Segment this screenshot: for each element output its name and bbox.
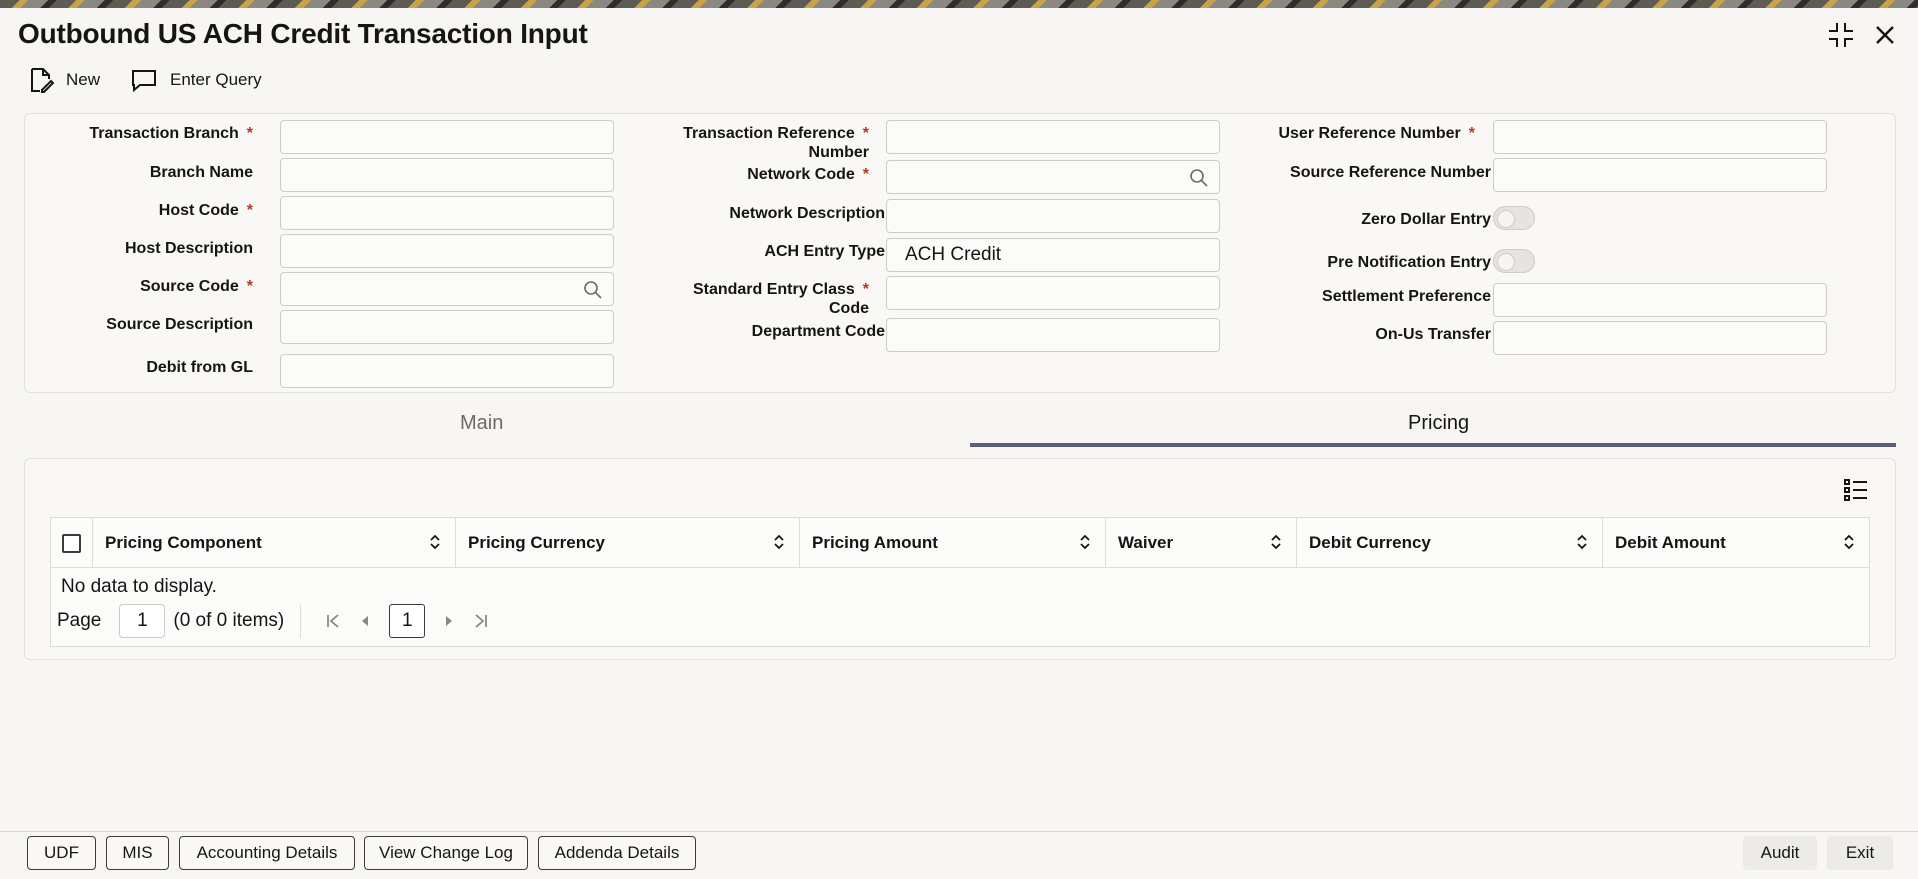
source-reference-input[interactable] (1493, 158, 1827, 192)
department-code-label: Department Code (751, 323, 885, 340)
page-label: Page (57, 610, 102, 631)
transaction-branch-input[interactable] (280, 120, 614, 154)
pricing-panel: Pricing Component Pricing Currency Prici… (24, 458, 1896, 660)
column-header-pricing-amount[interactable]: Pricing Amount (800, 518, 1106, 568)
active-tab-indicator (970, 443, 1896, 447)
tab-main[interactable]: Main (460, 412, 503, 435)
ach-entry-type-input[interactable]: ACH Credit (886, 238, 1220, 272)
addenda-details-button[interactable]: Addenda Details (538, 836, 696, 870)
column-header-debit-amount[interactable]: Debit Amount (1603, 518, 1869, 568)
page-number-input[interactable]: 1 (119, 604, 166, 638)
branch-name-input[interactable] (280, 158, 614, 192)
network-description-input[interactable] (886, 199, 1220, 233)
debit-from-gl-input[interactable] (280, 354, 614, 388)
column-header-label: Debit Currency (1309, 533, 1431, 552)
empty-table-message: No data to display. (61, 576, 217, 597)
table-header: Pricing Component Pricing Currency Prici… (51, 518, 1869, 568)
source-code-input[interactable] (280, 272, 614, 306)
enter-query-label: Enter Query (170, 70, 262, 89)
host-description-label: Host Description (124, 240, 253, 257)
first-page-icon[interactable] (317, 613, 349, 629)
on-us-transfer-input[interactable] (1493, 321, 1827, 355)
column-list-icon[interactable] (1843, 477, 1869, 503)
sort-icon[interactable] (1270, 534, 1282, 550)
network-code-label: Network Code * (747, 166, 869, 183)
transaction-reference-label: Transaction Reference * Number (683, 125, 869, 161)
source-description-input[interactable] (280, 310, 614, 344)
sort-icon[interactable] (1843, 534, 1855, 550)
tab-pricing[interactable]: Pricing (1408, 412, 1469, 435)
accounting-details-button[interactable]: Accounting Details (179, 836, 355, 870)
host-code-input[interactable] (280, 196, 614, 230)
network-description-label: Network Description (729, 205, 885, 222)
sort-icon[interactable] (1079, 534, 1091, 550)
transaction-reference-input[interactable] (886, 120, 1220, 154)
select-all-column (51, 518, 93, 568)
pagination: Page 1 (0 of 0 items) 1 (57, 604, 497, 638)
column-header-label: Pricing Component (105, 533, 262, 552)
last-page-icon[interactable] (465, 613, 497, 629)
network-code-input[interactable] (886, 160, 1220, 194)
source-code-label: Source Code * (140, 278, 253, 295)
page-title: Outbound US ACH Credit Transaction Input (18, 18, 588, 49)
source-description-label: Source Description (106, 316, 253, 333)
select-all-checkbox[interactable] (62, 533, 81, 553)
user-reference-input[interactable] (1493, 120, 1827, 154)
column-header-pricing-currency[interactable]: Pricing Currency (456, 518, 800, 568)
department-code-input[interactable] (886, 318, 1220, 352)
host-description-input[interactable] (280, 234, 614, 268)
host-code-label: Host Code * (158, 202, 253, 219)
column-header-label: Waiver (1118, 533, 1174, 552)
current-page-button[interactable]: 1 (389, 604, 426, 638)
previous-page-icon[interactable] (349, 613, 381, 629)
enter-query-button[interactable]: Enter Query (130, 68, 262, 92)
collapse-icon[interactable] (1826, 20, 1856, 50)
sort-icon[interactable] (773, 534, 785, 550)
zero-dollar-entry-label: Zero Dollar Entry (1361, 211, 1491, 228)
window-controls (1826, 20, 1900, 50)
new-document-icon (31, 68, 54, 93)
standard-entry-class-input[interactable] (886, 276, 1220, 310)
pricing-table: Pricing Component Pricing Currency Prici… (50, 517, 1870, 647)
column-header-label: Debit Amount (1615, 533, 1726, 552)
settlement-preference-input[interactable] (1493, 283, 1827, 317)
column-header-debit-currency[interactable]: Debit Currency (1297, 518, 1603, 568)
new-button[interactable]: New (28, 66, 100, 94)
item-count-summary: (0 of 0 items) (173, 610, 285, 631)
view-change-log-button[interactable]: View Change Log (364, 836, 528, 870)
footer-divider (0, 831, 1918, 832)
sort-icon[interactable] (429, 534, 441, 550)
standard-entry-class-label: Standard Entry Class * Code (692, 281, 869, 317)
exit-button[interactable]: Exit (1827, 836, 1893, 870)
mis-button[interactable]: MIS (106, 836, 169, 870)
udf-button[interactable]: UDF (27, 836, 96, 870)
next-page-icon[interactable] (433, 613, 465, 629)
on-us-transfer-label: On-Us Transfer (1375, 326, 1491, 343)
column-header-label: Pricing Amount (812, 533, 938, 552)
pre-notification-entry-label: Pre Notification Entry (1327, 254, 1491, 271)
pager-divider (300, 604, 302, 638)
top-decorative-strip (0, 0, 1918, 8)
source-reference-label: Source Reference Number (1290, 164, 1491, 181)
transaction-form: Transaction Branch * Branch Name Host Cod… (24, 113, 1896, 393)
settlement-preference-label: Settlement Preference (1322, 288, 1491, 305)
close-icon[interactable] (1870, 20, 1900, 50)
audit-button[interactable]: Audit (1743, 836, 1817, 870)
debit-from-gl-label: Debit from GL (146, 359, 253, 376)
new-label: New (66, 70, 101, 89)
user-reference-label: User Reference Number * (1278, 125, 1475, 142)
toolbar: New Enter Query (28, 66, 262, 94)
column-header-label: Pricing Currency (468, 533, 605, 552)
transaction-branch-label: Transaction Branch * (89, 125, 253, 142)
pre-notification-entry-toggle[interactable] (1493, 249, 1535, 273)
ach-entry-type-label: ACH Entry Type (764, 243, 885, 260)
query-bubble-icon (132, 70, 157, 92)
column-header-pricing-component[interactable]: Pricing Component (93, 518, 456, 568)
sort-icon[interactable] (1576, 534, 1588, 550)
zero-dollar-entry-toggle[interactable] (1493, 206, 1535, 230)
branch-name-label: Branch Name (149, 164, 253, 181)
column-header-waiver[interactable]: Waiver (1106, 518, 1297, 568)
